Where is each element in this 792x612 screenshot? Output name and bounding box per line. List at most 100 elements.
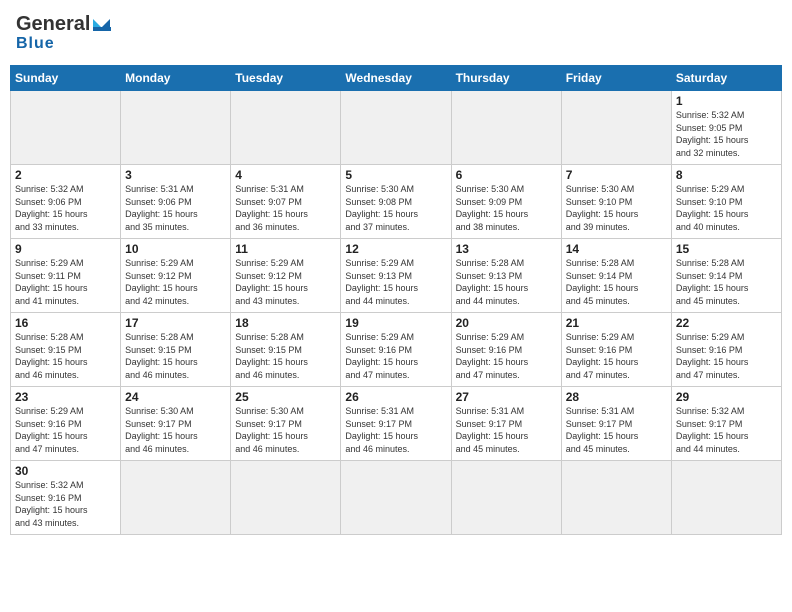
calendar-cell: 17Sunrise: 5:28 AM Sunset: 9:15 PM Dayli… bbox=[121, 313, 231, 387]
calendar-cell: 29Sunrise: 5:32 AM Sunset: 9:17 PM Dayli… bbox=[671, 387, 781, 461]
day-header-monday: Monday bbox=[121, 66, 231, 91]
calendar-cell: 30Sunrise: 5:32 AM Sunset: 9:16 PM Dayli… bbox=[11, 461, 121, 535]
calendar-cell: 19Sunrise: 5:29 AM Sunset: 9:16 PM Dayli… bbox=[341, 313, 451, 387]
day-number: 21 bbox=[566, 316, 667, 330]
calendar-cell bbox=[561, 91, 671, 165]
day-info: Sunrise: 5:29 AM Sunset: 9:16 PM Dayligh… bbox=[15, 405, 116, 455]
day-number: 4 bbox=[235, 168, 336, 182]
calendar-cell bbox=[341, 91, 451, 165]
day-info: Sunrise: 5:28 AM Sunset: 9:14 PM Dayligh… bbox=[676, 257, 777, 307]
day-info: Sunrise: 5:29 AM Sunset: 9:13 PM Dayligh… bbox=[345, 257, 446, 307]
day-info: Sunrise: 5:29 AM Sunset: 9:11 PM Dayligh… bbox=[15, 257, 116, 307]
calendar-cell bbox=[121, 91, 231, 165]
calendar-cell: 9Sunrise: 5:29 AM Sunset: 9:11 PM Daylig… bbox=[11, 239, 121, 313]
day-number: 29 bbox=[676, 390, 777, 404]
header: General Blue bbox=[10, 10, 782, 57]
day-info: Sunrise: 5:28 AM Sunset: 9:15 PM Dayligh… bbox=[235, 331, 336, 381]
day-info: Sunrise: 5:30 AM Sunset: 9:08 PM Dayligh… bbox=[345, 183, 446, 233]
day-info: Sunrise: 5:31 AM Sunset: 9:17 PM Dayligh… bbox=[566, 405, 667, 455]
day-number: 27 bbox=[456, 390, 557, 404]
day-info: Sunrise: 5:29 AM Sunset: 9:12 PM Dayligh… bbox=[125, 257, 226, 307]
calendar-cell bbox=[121, 461, 231, 535]
calendar-cell: 21Sunrise: 5:29 AM Sunset: 9:16 PM Dayli… bbox=[561, 313, 671, 387]
day-number: 14 bbox=[566, 242, 667, 256]
calendar-cell: 6Sunrise: 5:30 AM Sunset: 9:09 PM Daylig… bbox=[451, 165, 561, 239]
calendar-cell: 14Sunrise: 5:28 AM Sunset: 9:14 PM Dayli… bbox=[561, 239, 671, 313]
calendar-cell: 22Sunrise: 5:29 AM Sunset: 9:16 PM Dayli… bbox=[671, 313, 781, 387]
calendar-cell: 2Sunrise: 5:32 AM Sunset: 9:06 PM Daylig… bbox=[11, 165, 121, 239]
day-number: 16 bbox=[15, 316, 116, 330]
day-info: Sunrise: 5:32 AM Sunset: 9:17 PM Dayligh… bbox=[676, 405, 777, 455]
day-number: 28 bbox=[566, 390, 667, 404]
day-number: 30 bbox=[15, 464, 116, 478]
calendar-cell: 11Sunrise: 5:29 AM Sunset: 9:12 PM Dayli… bbox=[231, 239, 341, 313]
day-info: Sunrise: 5:28 AM Sunset: 9:13 PM Dayligh… bbox=[456, 257, 557, 307]
calendar-cell bbox=[11, 91, 121, 165]
calendar-cell: 23Sunrise: 5:29 AM Sunset: 9:16 PM Dayli… bbox=[11, 387, 121, 461]
day-info: Sunrise: 5:31 AM Sunset: 9:17 PM Dayligh… bbox=[456, 405, 557, 455]
day-number: 22 bbox=[676, 316, 777, 330]
calendar-cell bbox=[451, 91, 561, 165]
calendar-table: SundayMondayTuesdayWednesdayThursdayFrid… bbox=[10, 65, 782, 535]
day-number: 25 bbox=[235, 390, 336, 404]
day-header-saturday: Saturday bbox=[671, 66, 781, 91]
logo: General Blue bbox=[16, 14, 111, 53]
calendar-cell: 16Sunrise: 5:28 AM Sunset: 9:15 PM Dayli… bbox=[11, 313, 121, 387]
day-number: 3 bbox=[125, 168, 226, 182]
day-number: 1 bbox=[676, 94, 777, 108]
day-header-wednesday: Wednesday bbox=[341, 66, 451, 91]
day-info: Sunrise: 5:28 AM Sunset: 9:14 PM Dayligh… bbox=[566, 257, 667, 307]
calendar-cell: 1Sunrise: 5:32 AM Sunset: 9:05 PM Daylig… bbox=[671, 91, 781, 165]
day-info: Sunrise: 5:29 AM Sunset: 9:16 PM Dayligh… bbox=[345, 331, 446, 381]
day-info: Sunrise: 5:30 AM Sunset: 9:10 PM Dayligh… bbox=[566, 183, 667, 233]
calendar-cell: 18Sunrise: 5:28 AM Sunset: 9:15 PM Dayli… bbox=[231, 313, 341, 387]
calendar-cell bbox=[561, 461, 671, 535]
calendar-cell: 8Sunrise: 5:29 AM Sunset: 9:10 PM Daylig… bbox=[671, 165, 781, 239]
day-number: 6 bbox=[456, 168, 557, 182]
day-info: Sunrise: 5:32 AM Sunset: 9:06 PM Dayligh… bbox=[15, 183, 116, 233]
calendar-cell: 10Sunrise: 5:29 AM Sunset: 9:12 PM Dayli… bbox=[121, 239, 231, 313]
week-row-4: 23Sunrise: 5:29 AM Sunset: 9:16 PM Dayli… bbox=[11, 387, 782, 461]
calendar-cell bbox=[231, 461, 341, 535]
calendar-cell: 20Sunrise: 5:29 AM Sunset: 9:16 PM Dayli… bbox=[451, 313, 561, 387]
calendar-cell: 13Sunrise: 5:28 AM Sunset: 9:13 PM Dayli… bbox=[451, 239, 561, 313]
day-number: 17 bbox=[125, 316, 226, 330]
day-info: Sunrise: 5:29 AM Sunset: 9:12 PM Dayligh… bbox=[235, 257, 336, 307]
day-number: 7 bbox=[566, 168, 667, 182]
day-info: Sunrise: 5:29 AM Sunset: 9:16 PM Dayligh… bbox=[566, 331, 667, 381]
calendar-cell: 24Sunrise: 5:30 AM Sunset: 9:17 PM Dayli… bbox=[121, 387, 231, 461]
calendar-cell: 27Sunrise: 5:31 AM Sunset: 9:17 PM Dayli… bbox=[451, 387, 561, 461]
day-info: Sunrise: 5:29 AM Sunset: 9:16 PM Dayligh… bbox=[676, 331, 777, 381]
calendar-cell: 25Sunrise: 5:30 AM Sunset: 9:17 PM Dayli… bbox=[231, 387, 341, 461]
day-number: 8 bbox=[676, 168, 777, 182]
calendar-cell: 7Sunrise: 5:30 AM Sunset: 9:10 PM Daylig… bbox=[561, 165, 671, 239]
day-number: 5 bbox=[345, 168, 446, 182]
calendar-cell: 4Sunrise: 5:31 AM Sunset: 9:07 PM Daylig… bbox=[231, 165, 341, 239]
calendar-cell: 5Sunrise: 5:30 AM Sunset: 9:08 PM Daylig… bbox=[341, 165, 451, 239]
day-number: 24 bbox=[125, 390, 226, 404]
day-info: Sunrise: 5:30 AM Sunset: 9:17 PM Dayligh… bbox=[235, 405, 336, 455]
calendar-cell bbox=[451, 461, 561, 535]
day-info: Sunrise: 5:31 AM Sunset: 9:07 PM Dayligh… bbox=[235, 183, 336, 233]
day-number: 23 bbox=[15, 390, 116, 404]
day-info: Sunrise: 5:29 AM Sunset: 9:16 PM Dayligh… bbox=[456, 331, 557, 381]
day-header-thursday: Thursday bbox=[451, 66, 561, 91]
day-info: Sunrise: 5:32 AM Sunset: 9:16 PM Dayligh… bbox=[15, 479, 116, 529]
day-header-sunday: Sunday bbox=[11, 66, 121, 91]
day-number: 19 bbox=[345, 316, 446, 330]
week-row-5: 30Sunrise: 5:32 AM Sunset: 9:16 PM Dayli… bbox=[11, 461, 782, 535]
week-row-3: 16 Sunrise: 5:28 AM Sunset: 9:15 PM Dayli… bbox=[11, 313, 782, 387]
day-info: Sunrise: 5:31 AM Sunset: 9:17 PM Dayligh… bbox=[345, 405, 446, 455]
week-row-2: 9Sunrise: 5:29 AM Sunset: 9:11 PM Daylig… bbox=[11, 239, 782, 313]
calendar-cell: 26Sunrise: 5:31 AM Sunset: 9:17 PM Dayli… bbox=[341, 387, 451, 461]
day-number: 2 bbox=[15, 168, 116, 182]
day-header-tuesday: Tuesday bbox=[231, 66, 341, 91]
calendar-cell: 12Sunrise: 5:29 AM Sunset: 9:13 PM Dayli… bbox=[341, 239, 451, 313]
calendar-cell bbox=[671, 461, 781, 535]
day-number: 26 bbox=[345, 390, 446, 404]
days-header-row: SundayMondayTuesdayWednesdayThursdayFrid… bbox=[11, 66, 782, 91]
day-info: Sunrise: 5:30 AM Sunset: 9:09 PM Dayligh… bbox=[456, 183, 557, 233]
day-info: Sunrise: 5:30 AM Sunset: 9:17 PM Dayligh… bbox=[125, 405, 226, 455]
calendar-cell bbox=[231, 91, 341, 165]
calendar-cell bbox=[341, 461, 451, 535]
